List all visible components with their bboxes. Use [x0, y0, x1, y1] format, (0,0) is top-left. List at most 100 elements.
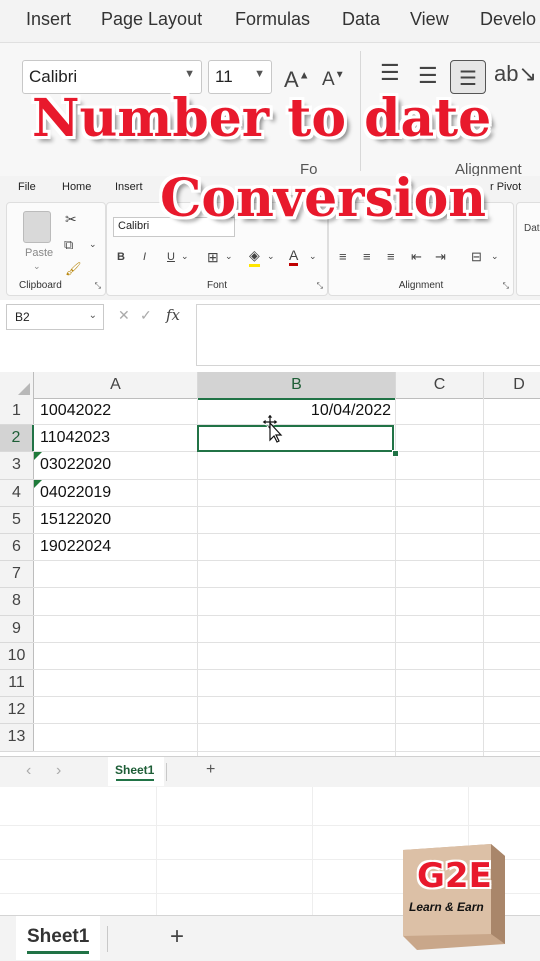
row-header-4[interactable]: 4 — [0, 479, 34, 507]
align-middle-icon[interactable]: ☰ — [418, 63, 438, 89]
row-gridline — [33, 587, 540, 589]
row-header-2[interactable]: 2 — [0, 425, 34, 453]
merge-icon[interactable]: ⊟ — [471, 249, 482, 265]
logo-subtitle: Learn & Earn — [409, 900, 484, 914]
tab-view[interactable]: View — [410, 9, 449, 30]
row-gridline — [33, 614, 540, 616]
dialog-launcher-icon[interactable]: ⤡ — [95, 281, 101, 291]
cell-a1[interactable]: 10042022 — [40, 402, 111, 420]
row-header-5[interactable]: 5 — [0, 506, 34, 534]
italic-button[interactable]: I — [143, 251, 146, 263]
row-header-13[interactable]: 13 — [0, 724, 34, 752]
tab-insert[interactable]: Insert — [26, 9, 71, 30]
indent-decrease-icon[interactable]: ⇤ — [411, 249, 422, 265]
data-group-partial: Dat — [516, 202, 540, 296]
row-header-9[interactable]: 9 — [0, 615, 34, 643]
row-gridline — [33, 750, 540, 752]
row-gridline — [33, 505, 540, 507]
cut-icon[interactable]: ✂ — [65, 211, 77, 228]
add-sheet-button[interactable]: + — [206, 761, 215, 779]
sheet-tab-label: Sheet1 — [115, 763, 155, 777]
cell-a6[interactable]: 19022024 — [40, 538, 111, 556]
fx-icon[interactable]: fx — [166, 306, 180, 324]
row-header-6[interactable]: 6 — [0, 534, 34, 562]
select-all-corner[interactable] — [0, 372, 34, 399]
fill-color-icon[interactable]: ◈ — [249, 247, 260, 267]
font-name-value: Calibri — [29, 67, 78, 86]
column-header-c[interactable]: C — [396, 372, 484, 399]
next-sheet-icon[interactable]: › — [56, 762, 61, 780]
align-center-icon[interactable]: ≡ — [363, 249, 371, 264]
row-gridline — [33, 669, 540, 670]
copy-icon[interactable]: ⧉ — [64, 237, 73, 253]
column-header-a[interactable]: A — [34, 372, 198, 399]
font-group-label: Font — [206, 280, 227, 291]
cell-a4[interactable]: 04022019 — [40, 484, 111, 502]
cell-a5[interactable]: 15122020 — [40, 511, 111, 529]
formula-input[interactable] — [196, 304, 540, 366]
row-header-3[interactable]: 3 — [0, 452, 34, 480]
sheet-tab-bar: ‹ › Sheet1 + — [0, 756, 540, 788]
row-header-1[interactable]: 1 — [0, 398, 34, 426]
borders-icon[interactable]: ⊞ — [207, 249, 219, 266]
row-header-11[interactable]: 11 — [0, 670, 34, 698]
tab-pivot-partial[interactable]: r Pivot — [490, 181, 521, 193]
chevron-down-icon: ▼ — [254, 68, 265, 80]
row-gridline — [33, 560, 540, 562]
cell-b1[interactable]: 10/04/2022 — [200, 402, 391, 420]
cell-a3[interactable]: 03022020 — [40, 456, 111, 474]
active-cell-b2[interactable] — [197, 425, 394, 452]
row-header-12[interactable]: 12 — [0, 697, 34, 725]
prev-sheet-icon[interactable]: ‹ — [26, 762, 31, 780]
bottom-add-sheet-button[interactable]: + — [170, 923, 184, 951]
dialog-launcher-icon[interactable]: ⤡ — [503, 281, 509, 291]
paste-icon[interactable] — [23, 211, 51, 243]
orientation-icon[interactable]: ab↘ — [494, 61, 537, 87]
tab-insert-small[interactable]: Insert — [115, 181, 143, 193]
alignment-group-label: Alignment — [398, 280, 444, 291]
chevron-down-icon: ⌄ — [88, 310, 97, 321]
font-color-icon[interactable]: A — [289, 247, 299, 266]
enter-icon[interactable]: ✓ — [140, 307, 152, 324]
tab-data[interactable]: Data — [342, 9, 380, 30]
column-header-b[interactable]: B — [198, 372, 396, 400]
align-top-icon[interactable]: ☰ — [380, 60, 400, 86]
row-gridline — [33, 696, 540, 698]
fill-handle[interactable] — [392, 450, 399, 457]
font-size-value: 11 — [215, 67, 233, 86]
chevron-down-icon: ⌄ — [89, 239, 97, 249]
row-gridline — [33, 723, 540, 725]
worksheet-grid[interactable]: A B C D 1 2 3 4 5 6 7 8 9 10 11 12 13 10042022 110420… — [0, 372, 540, 756]
underline-button[interactable]: U — [167, 251, 175, 263]
row-header-8[interactable]: 8 — [0, 588, 34, 616]
bold-button[interactable]: B — [117, 251, 125, 263]
overlay-title-line1: Number to date — [32, 88, 492, 149]
chevron-down-icon: ⌄ — [33, 261, 41, 271]
align-right-icon[interactable]: ≡ — [387, 249, 395, 264]
name-box-value: B2 — [15, 310, 30, 324]
bottom-sheet-tab-label: Sheet1 — [27, 926, 90, 947]
sheet-tab-active[interactable]: Sheet1 — [108, 757, 164, 786]
row-header-7[interactable]: 7 — [0, 561, 34, 589]
move-cursor-icon — [261, 413, 283, 443]
format-painter-icon[interactable]: 🖌 — [65, 261, 82, 277]
cell-a2[interactable]: 11042023 — [40, 429, 110, 447]
font-name-value-small: Calibri — [118, 220, 150, 232]
tab-file[interactable]: File — [18, 181, 36, 193]
tab-developer[interactable]: Develo — [480, 9, 536, 30]
tab-page-layout[interactable]: Page Layout — [101, 9, 202, 30]
clipboard-group-label: Clipboard — [19, 280, 62, 291]
align-left-icon[interactable]: ≡ — [339, 249, 347, 264]
tab-formulas[interactable]: Formulas — [235, 9, 310, 30]
name-box[interactable]: B2 ⌄ — [6, 304, 104, 330]
indent-increase-icon[interactable]: ⇥ — [435, 249, 446, 265]
dialog-launcher-icon[interactable]: ⤡ — [317, 281, 323, 291]
paste-label[interactable]: Paste — [25, 247, 53, 259]
column-header-d[interactable]: D — [484, 372, 540, 399]
tab-home[interactable]: Home — [62, 181, 91, 193]
cancel-icon[interactable]: ✕ — [118, 307, 130, 324]
g2e-logo: G2E Learn & Earn — [395, 840, 507, 952]
bottom-sheet-tab-active[interactable]: Sheet1 — [16, 916, 100, 960]
row-gridline — [33, 641, 540, 643]
row-header-10[interactable]: 10 — [0, 642, 34, 670]
